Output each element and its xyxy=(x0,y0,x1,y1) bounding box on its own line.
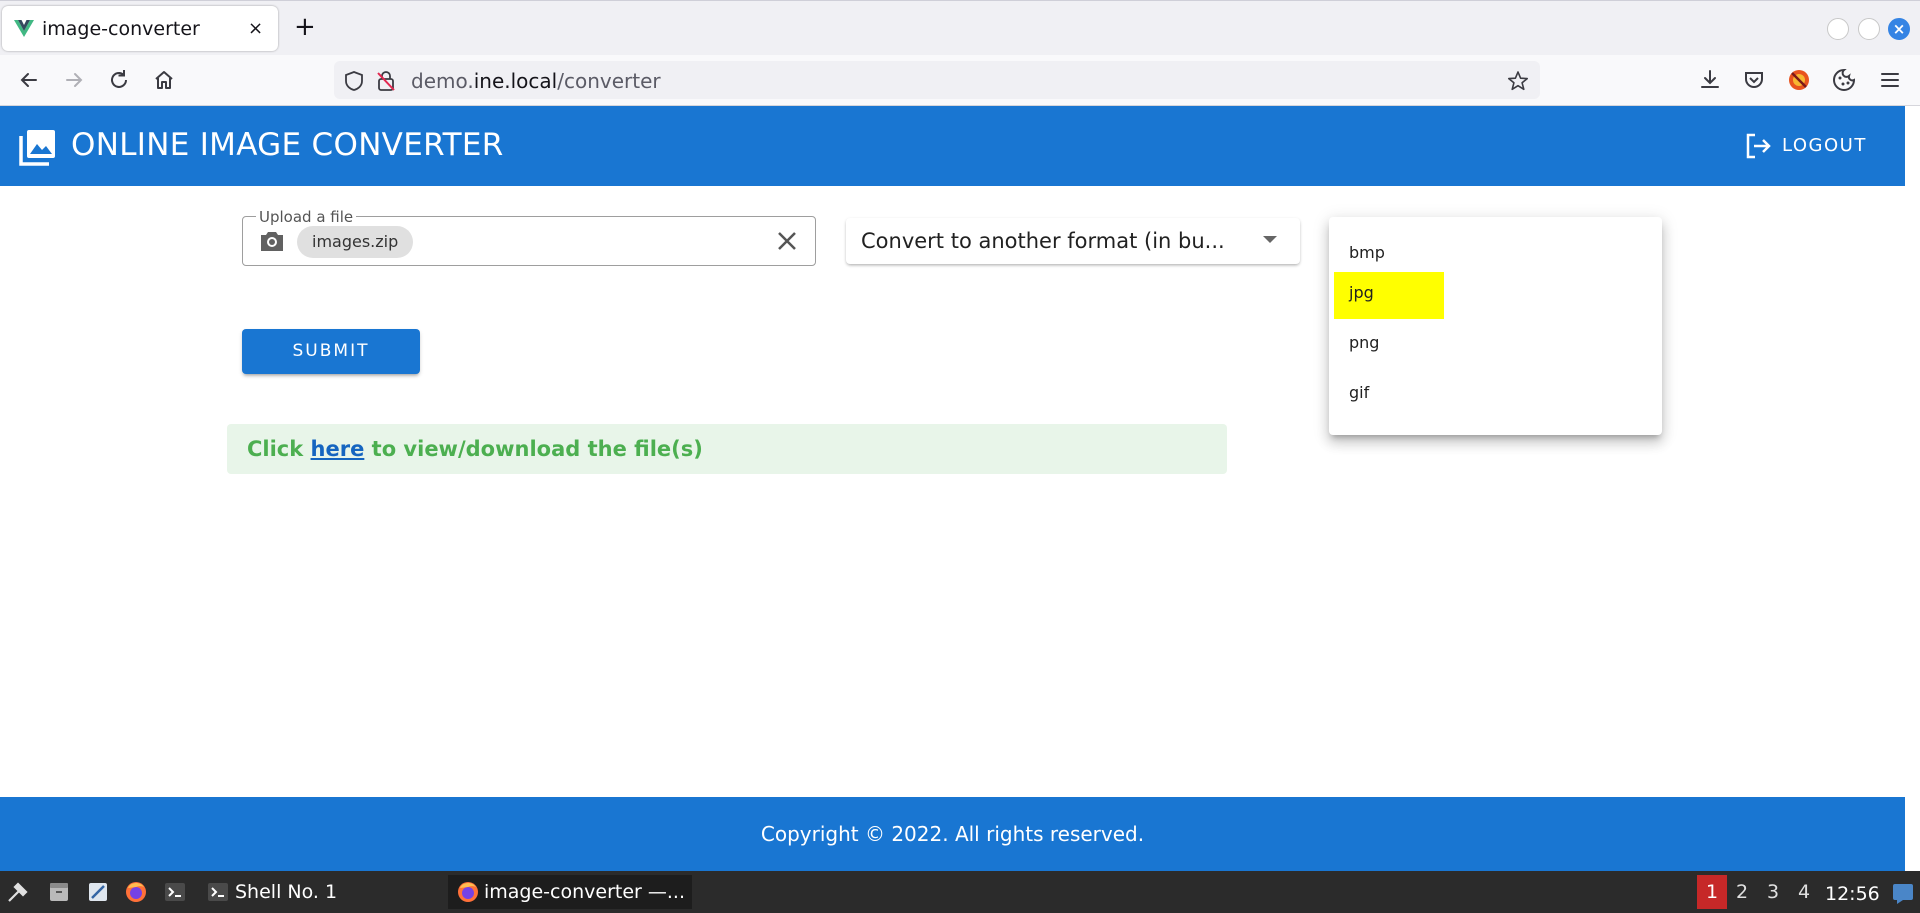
insecure-lock-icon[interactable] xyxy=(375,70,397,92)
minimize-button[interactable] xyxy=(1827,18,1849,40)
file-manager-icon[interactable] xyxy=(47,880,71,904)
reload-icon[interactable] xyxy=(106,67,132,93)
page-scrollbar[interactable] xyxy=(1905,106,1920,871)
logout-button[interactable]: LOGOUT xyxy=(1740,128,1890,164)
vue-favicon-icon xyxy=(14,20,34,37)
firefox-icon[interactable] xyxy=(124,880,148,904)
forward-arrow-icon[interactable] xyxy=(61,67,87,93)
menu-item-gif[interactable]: gif xyxy=(1329,367,1662,417)
camera-icon[interactable] xyxy=(258,228,286,254)
url-bar[interactable]: demo.ine.local/converter xyxy=(334,61,1540,99)
maximize-button[interactable] xyxy=(1858,18,1880,40)
extension-blocker-icon[interactable] xyxy=(1786,67,1812,93)
firefox-icon xyxy=(458,882,478,902)
workspace-3[interactable]: 3 xyxy=(1758,875,1788,909)
logout-icon xyxy=(1746,133,1771,159)
back-arrow-icon[interactable] xyxy=(16,67,42,93)
window-close-button[interactable]: × xyxy=(1888,18,1910,40)
workspace-1[interactable]: 1 xyxy=(1697,875,1727,909)
menu-item-label: gif xyxy=(1349,383,1370,402)
app-header: ONLINE IMAGE CONVERTER LOGOUT xyxy=(0,106,1905,186)
alert-prefix: Click xyxy=(247,437,311,461)
browser-tab-strip: image-converter × + × xyxy=(0,0,1920,55)
browser-tab[interactable]: image-converter × xyxy=(2,6,278,51)
menu-item-label: jpg xyxy=(1349,283,1374,302)
menu-hamburger-icon[interactable] xyxy=(1877,67,1903,93)
format-dropdown-menu: bmp jpg png gif xyxy=(1329,217,1662,435)
terminal-icon[interactable] xyxy=(163,880,187,904)
tab-title: image-converter xyxy=(42,18,200,40)
workspace-2[interactable]: 2 xyxy=(1727,875,1757,909)
clear-icon[interactable] xyxy=(774,228,800,254)
task-label: image-converter —... xyxy=(484,881,686,903)
url-prefix: demo. xyxy=(411,69,474,93)
shield-icon[interactable] xyxy=(343,70,365,92)
terminal-icon xyxy=(208,883,228,901)
menu-item-label: bmp xyxy=(1349,243,1385,262)
app-footer: Copyright © 2022. All rights reserved. xyxy=(0,797,1905,871)
image-library-icon xyxy=(19,130,55,166)
file-chip[interactable]: images.zip xyxy=(297,226,414,258)
app-menu-icon[interactable] xyxy=(6,880,30,904)
home-icon[interactable] xyxy=(151,67,177,93)
url-domain: ine.local xyxy=(473,69,558,93)
logout-label: LOGOUT xyxy=(1782,135,1867,156)
tab-close-icon[interactable]: × xyxy=(248,18,263,39)
alert-text: Click here to view/download the file(s) xyxy=(247,437,703,461)
workspace-4[interactable]: 4 xyxy=(1789,875,1819,909)
download-alert: Click here to view/download the file(s) xyxy=(227,424,1227,474)
text-editor-icon[interactable] xyxy=(86,880,110,904)
clock: 12:56 xyxy=(1825,883,1880,905)
cookie-icon[interactable] xyxy=(1831,67,1857,93)
bookmark-star-icon[interactable] xyxy=(1507,70,1529,92)
menu-item-png[interactable]: png xyxy=(1329,317,1662,367)
pocket-icon[interactable] xyxy=(1741,67,1767,93)
copyright-text: Copyright © 2022. All rights reserved. xyxy=(760,822,1145,846)
menu-item-jpg[interactable]: jpg xyxy=(1329,267,1662,319)
screen: image-converter × + × demo.ine.local/con… xyxy=(0,0,1920,913)
os-taskbar: Shell No. 1 image-converter —... 1 2 3 4… xyxy=(0,871,1920,913)
notification-icon[interactable] xyxy=(1891,881,1915,905)
app-title: ONLINE IMAGE CONVERTER xyxy=(71,127,504,163)
upload-label: Upload a file xyxy=(256,208,357,226)
url-text[interactable]: demo.ine.local/converter xyxy=(411,69,661,93)
url-path: /converter xyxy=(557,69,661,93)
task-label: Shell No. 1 xyxy=(235,881,338,903)
alert-suffix: to view/download the file(s) xyxy=(364,437,703,461)
menu-item-label: png xyxy=(1349,333,1380,352)
new-tab-button[interactable]: + xyxy=(294,12,316,42)
taskbar-task-browser[interactable]: image-converter —... xyxy=(448,875,692,909)
chevron-down-icon xyxy=(1263,236,1277,243)
download-link[interactable]: here xyxy=(311,437,365,461)
convert-format-select[interactable]: Convert to another format (in bu... xyxy=(846,218,1300,264)
taskbar-task-terminal[interactable]: Shell No. 1 xyxy=(202,875,442,909)
convert-select-value: Convert to another format (in bu... xyxy=(861,229,1225,253)
download-icon[interactable] xyxy=(1697,67,1723,93)
submit-button[interactable]: SUBMIT xyxy=(242,329,420,374)
browser-nav-bar: demo.ine.local/converter xyxy=(0,55,1920,106)
